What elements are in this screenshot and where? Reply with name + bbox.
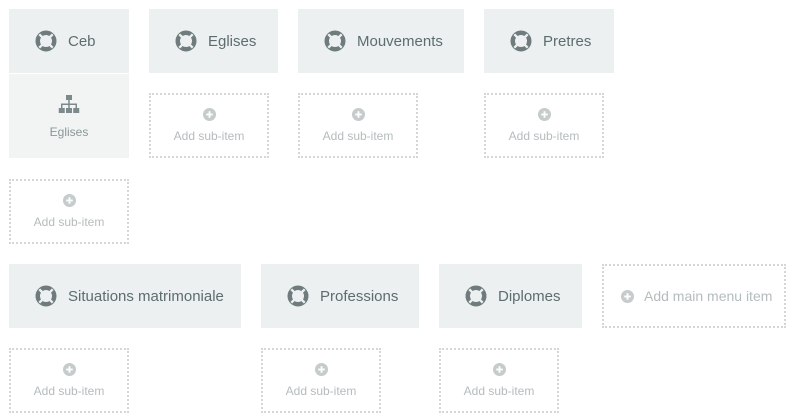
- add-sub-item-ceb[interactable]: Add sub-item: [9, 179, 129, 244]
- add-sub-item-label: Add sub-item: [33, 215, 105, 229]
- sub-item-label: Eglises: [49, 125, 89, 139]
- life-ring-icon: [34, 29, 58, 53]
- menu-item-professions[interactable]: Professions: [261, 264, 419, 328]
- plus-circle-icon: [538, 108, 551, 121]
- add-sub-item-professions[interactable]: Add sub-item: [261, 348, 381, 413]
- add-sub-item-label: Add sub-item: [322, 129, 394, 143]
- add-sub-item-mouvements[interactable]: Add sub-item: [298, 93, 418, 158]
- plus-circle-icon: [315, 363, 328, 376]
- life-ring-icon: [286, 284, 310, 308]
- menu-item-label: Professions: [320, 287, 399, 305]
- menu-item-mouvements[interactable]: Mouvements: [298, 9, 464, 73]
- menu-item-situations-matrimoniale[interactable]: Situations matrimoniale: [9, 264, 241, 328]
- add-main-menu-item-button[interactable]: Add main menu item: [602, 264, 786, 328]
- plus-circle-icon: [352, 108, 365, 121]
- add-sub-item-label: Add sub-item: [33, 384, 105, 398]
- menu-item-diplomes[interactable]: Diplomes: [439, 264, 582, 328]
- menu-item-eglises[interactable]: Eglises: [149, 9, 278, 73]
- add-sub-item-label: Add sub-item: [173, 129, 245, 143]
- add-sub-item-label: Add sub-item: [508, 129, 580, 143]
- plus-circle-icon: [203, 108, 216, 121]
- add-sub-item-eglises[interactable]: Add sub-item: [149, 93, 269, 158]
- plus-circle-icon: [493, 363, 506, 376]
- sitemap-icon: [57, 93, 81, 117]
- add-sub-item-label: Add sub-item: [463, 384, 535, 398]
- add-main-menu-item-label: Add main menu item: [644, 288, 773, 304]
- life-ring-icon: [323, 29, 347, 53]
- plus-circle-icon: [63, 363, 76, 376]
- add-sub-item-situations-matrimoniale[interactable]: Add sub-item: [9, 348, 129, 413]
- menu-item-ceb[interactable]: Ceb: [9, 9, 129, 73]
- menu-item-label: Pretres: [543, 32, 592, 50]
- life-ring-icon: [509, 29, 533, 53]
- life-ring-icon: [464, 284, 488, 308]
- life-ring-icon: [174, 29, 198, 53]
- menu-item-pretres[interactable]: Pretres: [484, 9, 614, 73]
- life-ring-icon: [34, 284, 58, 308]
- plus-circle-icon: [63, 194, 76, 207]
- sub-item-eglises[interactable]: Eglises: [9, 73, 129, 158]
- menu-item-label: Situations matrimoniale: [68, 287, 224, 305]
- menu-item-label: Mouvements: [357, 32, 443, 50]
- menu-item-label: Ceb: [68, 32, 96, 50]
- add-sub-item-label: Add sub-item: [285, 384, 357, 398]
- add-sub-item-diplomes[interactable]: Add sub-item: [439, 348, 559, 413]
- plus-circle-icon: [621, 290, 634, 303]
- menu-item-label: Eglises: [208, 32, 257, 50]
- add-sub-item-pretres[interactable]: Add sub-item: [484, 93, 604, 158]
- menu-item-label: Diplomes: [498, 287, 561, 305]
